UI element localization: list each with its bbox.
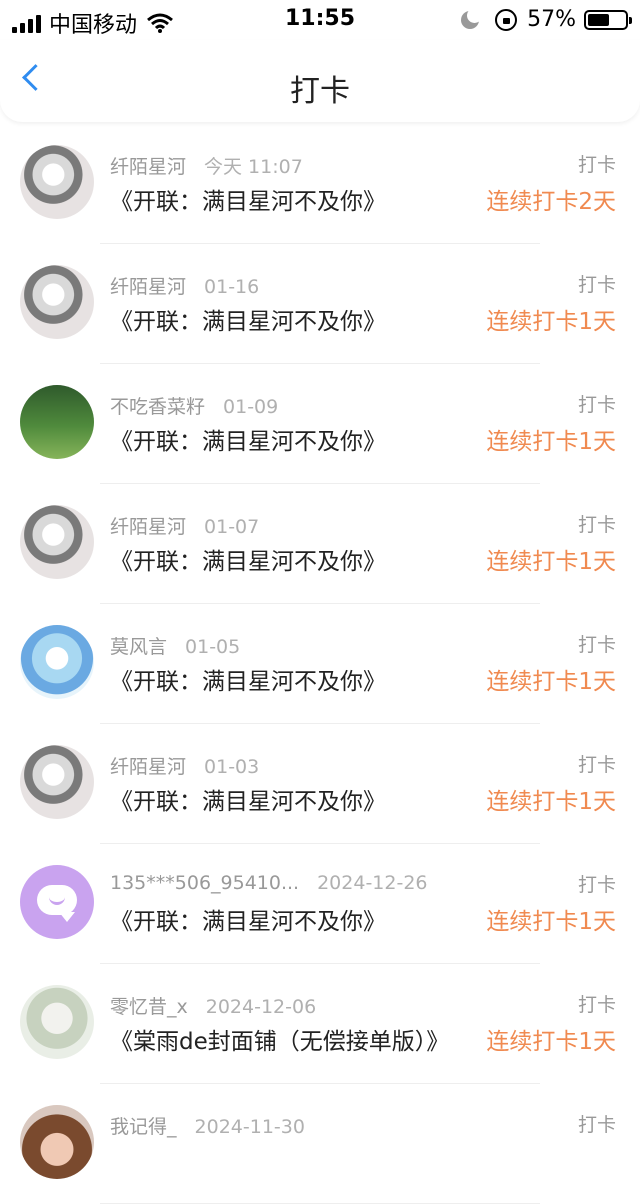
work-title[interactable]: 《开联：满目星河不及你》 [110, 902, 386, 936]
status-bar: 中国移动 11:55 57% [0, 0, 640, 40]
user-name[interactable]: 纤陌星河 [110, 756, 186, 778]
checkin-tag: 打卡 [577, 1114, 616, 1136]
user-name[interactable]: 我记得_ [110, 1116, 177, 1138]
list-item[interactable]: 莫风言 01-05 《开联：满目星河不及你》 打卡 连续打卡1天 [0, 604, 640, 724]
battery-percentage: 57% [527, 7, 576, 32]
checkin-tag: 打卡 [577, 874, 616, 896]
list-item[interactable]: 135***506_95410... 2024-12-26 《开联：满目星河不及你… [0, 844, 640, 964]
list-item[interactable]: 纤陌星河 01-16 《开联：满目星河不及你》 打卡 连续打卡1天 [0, 244, 640, 364]
avatar[interactable] [20, 625, 94, 699]
do-not-disturb-icon [461, 7, 483, 29]
checkin-tag: 打卡 [577, 634, 616, 656]
user-name[interactable]: 莫风言 [110, 636, 167, 658]
list-item[interactable]: 不吃香菜籽 01-09 《开联：满目星河不及你》 打卡 连续打卡1天 [0, 364, 640, 484]
streak-label: 连续打卡1天 [486, 309, 616, 335]
checkin-tag: 打卡 [577, 154, 616, 176]
user-name[interactable]: 纤陌星河 [110, 516, 186, 538]
streak-label: 连续打卡1天 [486, 429, 616, 455]
list-item[interactable]: 零忆昔_x 2024-12-06 《棠雨de封面铺（无偿接单版）》 打卡 连续打卡… [0, 964, 640, 1084]
work-title[interactable]: 《开联：满目星河不及你》 [110, 782, 386, 816]
work-title[interactable]: 《开联：满目星河不及你》 [110, 662, 386, 696]
list-item[interactable]: 纤陌星河 01-07 《开联：满目星河不及你》 打卡 连续打卡1天 [0, 484, 640, 604]
post-date: 2024-12-26 [317, 872, 428, 894]
battery-fill [588, 13, 609, 26]
work-title[interactable]: 《开联：满目星河不及你》 [110, 182, 386, 216]
status-right: 57% [461, 7, 632, 32]
post-date: 01-03 [204, 756, 260, 778]
list-item[interactable]: 我记得_ 2024-11-30 打卡 [0, 1084, 640, 1204]
user-name[interactable]: 不吃香菜籽 [110, 396, 205, 418]
work-title[interactable]: 《开联：满目星河不及你》 [110, 542, 386, 576]
user-name[interactable]: 零忆昔_x [110, 996, 188, 1018]
streak-label: 连续打卡1天 [486, 669, 616, 695]
avatar[interactable] [20, 1105, 94, 1179]
post-date: 2024-11-30 [194, 1116, 305, 1138]
avatar[interactable] [20, 505, 94, 579]
streak-label: 连续打卡1天 [486, 789, 616, 815]
work-title[interactable]: 《棠雨de封面铺（无偿接单版）》 [110, 1022, 449, 1056]
navigation-bar: 打卡 [0, 40, 640, 122]
streak-label: 连续打卡1天 [486, 1029, 616, 1055]
battery-icon [584, 9, 632, 30]
post-date: 01-07 [204, 516, 260, 538]
checkin-tag: 打卡 [577, 394, 616, 416]
list-item[interactable]: 纤陌星河 01-03 《开联：满目星河不及你》 打卡 连续打卡1天 [0, 724, 640, 844]
checkin-tag: 打卡 [577, 514, 616, 536]
user-name[interactable]: 纤陌星河 [110, 276, 186, 298]
avatar[interactable] [20, 385, 94, 459]
page-title: 打卡 [290, 74, 350, 109]
list-item[interactable]: 纤陌星河 今天 11:07 《开联：满目星河不及你》 打卡 连续打卡2天 [0, 124, 640, 244]
work-title[interactable]: 《开联：满目星河不及你》 [110, 302, 386, 336]
streak-label: 连续打卡1天 [486, 909, 616, 935]
post-date: 01-09 [223, 396, 279, 418]
work-title[interactable]: 《开联：满目星河不及你》 [110, 422, 386, 456]
avatar[interactable] [20, 145, 94, 219]
checkin-tag: 打卡 [577, 274, 616, 296]
checkin-tag: 打卡 [577, 754, 616, 776]
post-date: 01-05 [185, 636, 241, 658]
streak-label: 连续打卡1天 [486, 549, 616, 575]
avatar[interactable] [20, 865, 94, 939]
user-name[interactable]: 纤陌星河 [110, 156, 186, 178]
orientation-lock-icon [495, 8, 518, 31]
post-date: 2024-12-06 [205, 996, 317, 1018]
checkin-tag: 打卡 [577, 994, 616, 1016]
streak-label: 连续打卡2天 [486, 189, 616, 215]
checkin-list: 纤陌星河 今天 11:07 《开联：满目星河不及你》 打卡 连续打卡2天 纤陌星河… [0, 124, 640, 1204]
avatar[interactable] [20, 265, 94, 339]
avatar[interactable] [20, 985, 94, 1059]
post-date: 今天 11:07 [204, 156, 303, 178]
user-name[interactable]: 135***506_95410... [110, 872, 299, 894]
avatar[interactable] [20, 745, 94, 819]
post-date: 01-16 [204, 276, 260, 298]
